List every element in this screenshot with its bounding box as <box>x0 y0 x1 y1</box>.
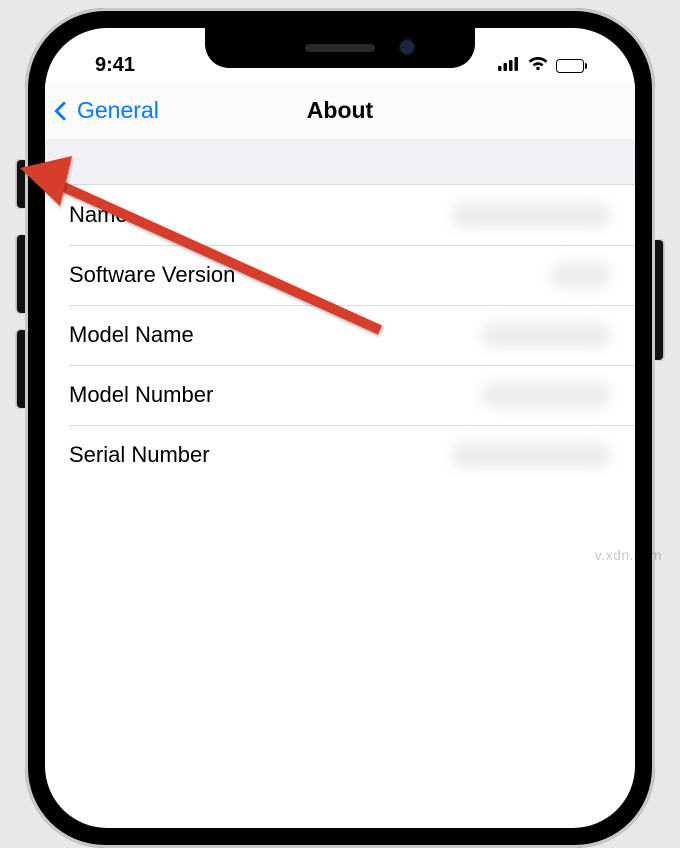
status-time: 9:41 <box>83 54 135 77</box>
row-model-name[interactable]: Model Name <box>45 305 635 365</box>
row-label: Name <box>69 202 128 228</box>
volume-up-button[interactable] <box>17 235 25 313</box>
table-group-header <box>45 139 635 185</box>
speaker-grille <box>305 44 375 52</box>
battery-icon <box>556 59 587 73</box>
phone-frame: 9:41 <box>25 8 655 848</box>
row-value-blurred <box>481 322 611 348</box>
row-value-blurred <box>451 442 611 468</box>
back-button-label: General <box>77 97 159 124</box>
side-button[interactable] <box>655 240 663 360</box>
back-button[interactable]: General <box>57 97 159 124</box>
row-value-blurred <box>481 382 611 408</box>
row-value-blurred <box>451 202 611 228</box>
row-value-blurred <box>551 262 611 288</box>
row-serial-number[interactable]: Serial Number <box>45 425 635 485</box>
chevron-left-icon <box>54 101 74 121</box>
watermark: v.xdn.com <box>595 547 662 563</box>
row-model-number[interactable]: Model Number <box>45 365 635 425</box>
volume-down-button[interactable] <box>17 330 25 408</box>
navigation-bar: General About <box>45 83 635 139</box>
row-label: Model Number <box>69 382 213 408</box>
row-label: Software Version <box>69 262 235 288</box>
row-label: Model Name <box>69 322 194 348</box>
front-camera <box>400 40 414 54</box>
row-name[interactable]: Name <box>45 185 635 245</box>
wifi-icon <box>527 54 549 77</box>
row-label: Serial Number <box>69 442 210 468</box>
screen: 9:41 <box>45 28 635 828</box>
cellular-signal-icon <box>498 54 520 77</box>
mute-switch[interactable] <box>17 160 25 208</box>
row-software-version[interactable]: Software Version <box>45 245 635 305</box>
notch <box>205 28 475 68</box>
